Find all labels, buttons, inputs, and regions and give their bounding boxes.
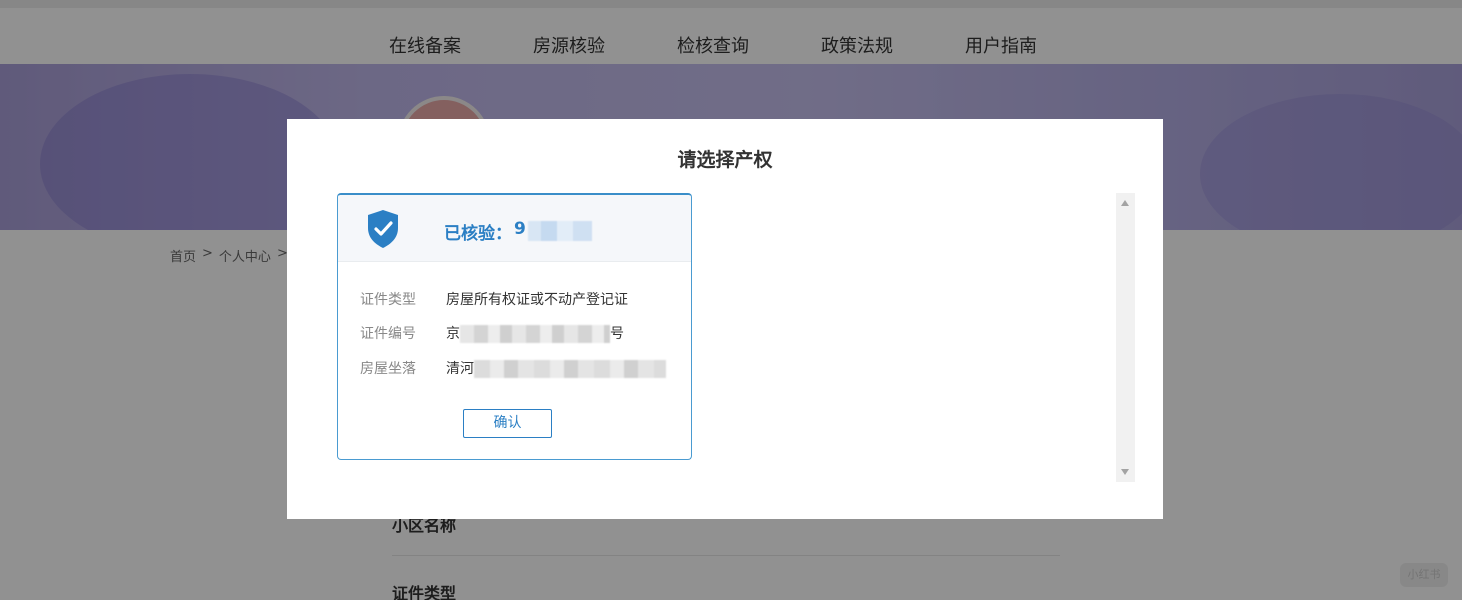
scrollbar[interactable] bbox=[1116, 193, 1135, 482]
row-value: 京号 bbox=[446, 323, 624, 343]
row-value: 房屋所有权证或不动产登记证 bbox=[446, 292, 628, 308]
address-prefix: 清河 bbox=[446, 361, 474, 377]
scroll-up-arrow-icon[interactable] bbox=[1121, 200, 1129, 206]
info-row-cert-number: 证件编号 京号 bbox=[360, 323, 624, 343]
cert-number-suffix: 号 bbox=[610, 326, 624, 342]
info-row-cert-type: 证件类型 房屋所有权证或不动产登记证 bbox=[360, 289, 628, 309]
select-property-dialog: 请选择产权 已核验： 9 证件类型 房屋所有权证或不动产登记证 证件编号 京号 … bbox=[287, 119, 1163, 519]
info-row-address: 房屋坐落 清河 bbox=[360, 358, 666, 378]
row-value: 清河 bbox=[446, 358, 666, 378]
redacted-mosaic bbox=[460, 325, 610, 343]
scroll-down-arrow-icon[interactable] bbox=[1121, 469, 1129, 475]
card-header: 已核验： 9 bbox=[338, 195, 691, 262]
row-key: 证件编号 bbox=[360, 326, 416, 342]
verified-id: 9 bbox=[514, 219, 526, 239]
verified-label: 已核验： bbox=[444, 224, 512, 244]
confirm-button[interactable]: 确认 bbox=[463, 409, 552, 438]
dialog-title: 请选择产权 bbox=[677, 149, 773, 171]
redacted-mosaic bbox=[474, 360, 666, 378]
row-key: 房屋坐落 bbox=[360, 361, 416, 377]
row-key: 证件类型 bbox=[360, 292, 416, 308]
redacted-mosaic bbox=[528, 221, 592, 241]
property-card[interactable]: 已核验： 9 证件类型 房屋所有权证或不动产登记证 证件编号 京号 房屋坐落 清… bbox=[337, 193, 692, 460]
shield-check-icon bbox=[368, 210, 398, 248]
cert-number-prefix: 京 bbox=[446, 326, 460, 342]
